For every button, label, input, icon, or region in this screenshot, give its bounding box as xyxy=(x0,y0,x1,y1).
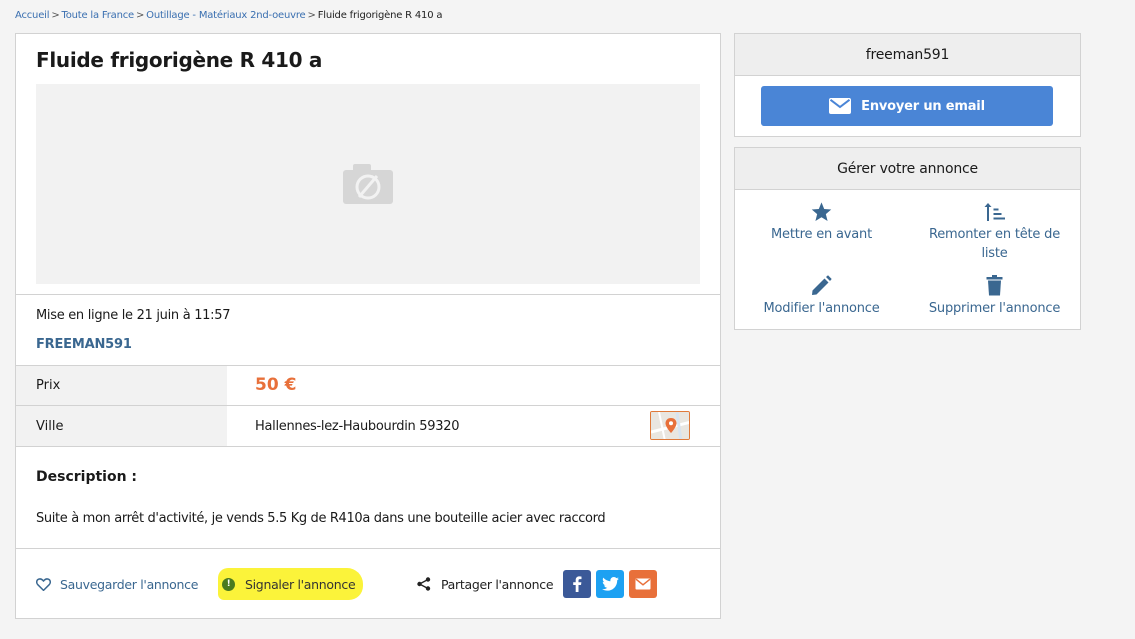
bump-listing-button[interactable]: Remonter en tête de liste xyxy=(908,202,1081,263)
breadcrumb-category[interactable]: Outillage - Matériaux 2nd-oeuvre xyxy=(146,10,306,21)
edit-listing-button[interactable]: Modifier l'annonce xyxy=(735,275,908,318)
divider xyxy=(16,294,720,295)
breadcrumb-current: Fluide frigorigène R 410 a xyxy=(317,10,443,21)
price-value: 50 € xyxy=(255,375,297,395)
share-twitter-button[interactable] xyxy=(596,570,624,598)
breadcrumb-home[interactable]: Accueil xyxy=(15,10,50,21)
description-title: Description : xyxy=(36,469,138,485)
map-pin-icon xyxy=(651,412,689,439)
price-label: Prix xyxy=(16,366,227,405)
divider xyxy=(16,548,720,549)
divider xyxy=(16,446,720,447)
send-email-button[interactable]: Envoyer un email xyxy=(761,86,1053,126)
facebook-icon xyxy=(573,576,582,592)
star-icon xyxy=(811,202,832,222)
no-photo-camera-icon xyxy=(343,164,393,204)
twitter-icon xyxy=(601,577,619,591)
feature-listing-button[interactable]: Mettre en avant xyxy=(735,202,908,244)
manage-card: Gérer votre annonce Mettre en avant Remo… xyxy=(734,147,1081,330)
edit-listing-label: Modifier l'annonce xyxy=(763,301,880,316)
envelope-icon xyxy=(829,98,852,114)
share-icon xyxy=(417,577,431,591)
city-value: Hallennes-lez-Haubourdin 59320 xyxy=(255,419,460,434)
save-listing-label: Sauvegarder l'annonce xyxy=(60,576,199,592)
breadcrumb: Accueil > Toute la France > Outillage - Maté… xyxy=(15,10,442,21)
delete-listing-button[interactable]: Supprimer l'annonce xyxy=(908,275,1081,318)
save-listing-button[interactable]: Sauvegarder l'annonce xyxy=(36,575,198,593)
breadcrumb-region[interactable]: Toute la France xyxy=(62,10,135,21)
share-listing: Partager l'annonce xyxy=(417,575,554,593)
heart-icon xyxy=(36,577,51,591)
map-button[interactable] xyxy=(650,411,690,440)
manage-title: Gérer votre annonce xyxy=(735,148,1080,190)
envelope-icon xyxy=(635,578,651,590)
feature-listing-label: Mettre en avant xyxy=(771,227,872,242)
share-email-button[interactable] xyxy=(629,570,657,598)
exclamation-icon: ! xyxy=(222,577,235,591)
breadcrumb-separator: > xyxy=(51,10,60,21)
delete-listing-label: Supprimer l'annonce xyxy=(928,301,1061,316)
report-listing-label: Signaler l'annonce xyxy=(245,576,356,592)
listing-title: Fluide frigorigène R 410 a xyxy=(36,48,323,72)
send-email-label: Envoyer un email xyxy=(861,98,985,114)
share-listing-label: Partager l'annonce xyxy=(441,576,554,592)
contact-card: freeman591 Envoyer un email xyxy=(734,33,1081,137)
listing-photo[interactable] xyxy=(36,84,700,284)
report-listing-button[interactable]: ! Signaler l'annonce xyxy=(218,568,364,600)
sort-up-icon xyxy=(984,203,1005,221)
seller-username: freeman591 xyxy=(735,34,1080,76)
share-facebook-button[interactable] xyxy=(563,570,591,598)
listing-card: Fluide frigorigène R 410 a Mise en ligne… xyxy=(15,33,721,619)
posted-date: Mise en ligne le 21 juin à 11:57 xyxy=(36,308,231,323)
bump-listing-label: Remonter en tête de liste xyxy=(928,227,1061,261)
trash-icon xyxy=(986,275,1003,296)
pencil-icon xyxy=(812,275,832,295)
breadcrumb-separator: > xyxy=(135,10,145,21)
description-text: Suite à mon arrêt d'activité, je vends 5… xyxy=(36,511,606,526)
seller-link[interactable]: FREEMAN591 xyxy=(36,337,132,352)
city-label: Ville xyxy=(16,406,227,446)
breadcrumb-separator: > xyxy=(307,10,316,21)
